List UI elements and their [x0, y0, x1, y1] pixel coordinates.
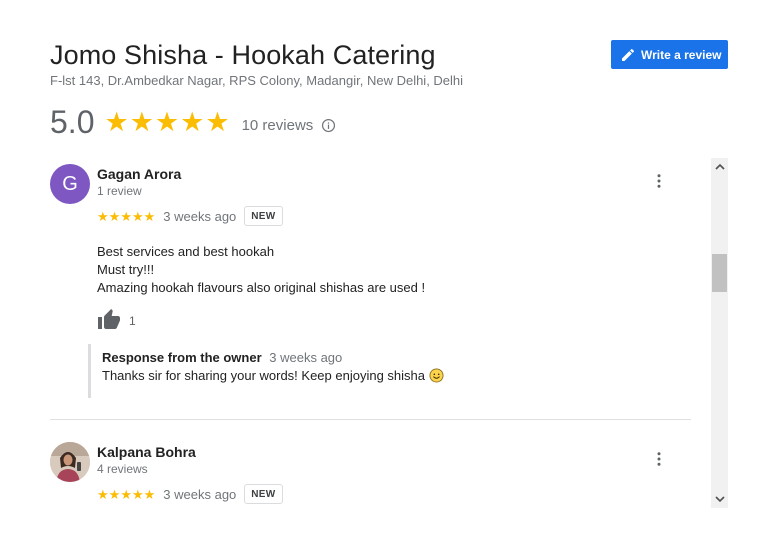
thumbs-up-icon[interactable]	[97, 308, 121, 330]
owner-response-text: Thanks sir for sharing your words! Keep …	[102, 368, 425, 383]
owner-response-body: Thanks sir for sharing your words! Keep …	[102, 368, 648, 383]
star-icon: ★	[154, 106, 180, 137]
owner-response: Response from the owner 3 weeks ago Than…	[88, 344, 648, 398]
scrollbar-thumb[interactable]	[712, 254, 727, 292]
scroll-down-arrow-icon[interactable]	[711, 491, 728, 508]
review-time: 3 weeks ago	[163, 486, 237, 502]
scrollbar[interactable]	[711, 158, 728, 508]
star-icon: ★	[120, 486, 132, 502]
star-icon: ★	[108, 486, 121, 502]
review-divider	[50, 419, 691, 420]
star-icon: ★	[120, 208, 132, 224]
new-badge: NEW	[244, 206, 283, 226]
review-rating-row: ★ ★ ★ ★ ★ 3 weeks ago NEW	[97, 204, 283, 228]
average-stars: ★ ★ ★ ★ ★	[104, 106, 230, 137]
reviewer-review-count: 1 review	[97, 184, 142, 198]
avatar-letter: G	[62, 172, 78, 195]
like-count: 1	[129, 314, 136, 328]
review-stars: ★ ★ ★ ★ ★	[97, 488, 155, 501]
star-icon: ★	[205, 106, 230, 137]
more-options-icon[interactable]	[650, 172, 668, 190]
average-rating: 5.0	[50, 103, 95, 140]
review-stars: ★ ★ ★ ★ ★	[97, 210, 155, 223]
scroll-up-arrow-icon[interactable]	[711, 158, 728, 175]
profile-photo-icon	[50, 442, 90, 482]
owner-response-title: Response from the owner	[102, 350, 262, 365]
review-text-line: Amazing hookah flavours also original sh…	[97, 280, 426, 295]
avatar[interactable]	[50, 442, 90, 482]
owner-response-header: Response from the owner 3 weeks ago	[102, 350, 648, 365]
owner-response-time: 3 weeks ago	[269, 350, 343, 365]
star-icon: ★	[180, 106, 205, 137]
pencil-icon	[622, 48, 635, 61]
star-icon: ★	[97, 486, 109, 502]
review-time: 3 weeks ago	[163, 208, 237, 224]
star-icon: ★	[131, 208, 144, 224]
review-text-line: Must try!!!	[97, 262, 155, 277]
reviews-count: 10 reviews	[241, 116, 314, 134]
star-icon: ★	[143, 486, 156, 502]
review-rating-row: ★ ★ ★ ★ ★ 3 weeks ago NEW	[97, 482, 283, 506]
star-icon: ★	[108, 208, 121, 224]
write-review-label: Write a review	[641, 47, 722, 62]
info-icon[interactable]	[321, 118, 336, 133]
avatar[interactable]: G	[50, 164, 90, 204]
star-icon: ★	[131, 486, 144, 502]
business-address: F-lst 143, Dr.Ambedkar Nagar, RPS Colony…	[50, 73, 464, 88]
smiley-emoji-icon	[429, 368, 444, 383]
reviews-list[interactable]: G Gagan Arora 1 review ★ ★ ★ ★ ★ 3 weeks…	[50, 158, 728, 508]
write-review-button[interactable]: Write a review	[611, 40, 728, 69]
review-text: Best services and best hookah Must try!!…	[97, 243, 425, 297]
more-options-icon[interactable]	[650, 450, 668, 468]
star-icon: ★	[97, 208, 109, 224]
business-name: Jomo Shisha - Hookah Catering	[50, 40, 436, 70]
star-icon: ★	[129, 106, 154, 137]
review-text-line: Best services and best hookah	[97, 244, 275, 259]
reviewer-name[interactable]: Gagan Arora	[97, 166, 181, 182]
star-icon: ★	[104, 106, 129, 137]
new-badge: NEW	[244, 484, 283, 504]
rating-summary: 5.0 ★ ★ ★ ★ ★ 10 reviews	[50, 104, 336, 140]
reviewer-name[interactable]: Kalpana Bohra	[97, 444, 196, 460]
reviewer-review-count: 4 reviews	[97, 462, 148, 476]
like-row: 1	[97, 308, 136, 330]
star-icon: ★	[143, 208, 156, 224]
